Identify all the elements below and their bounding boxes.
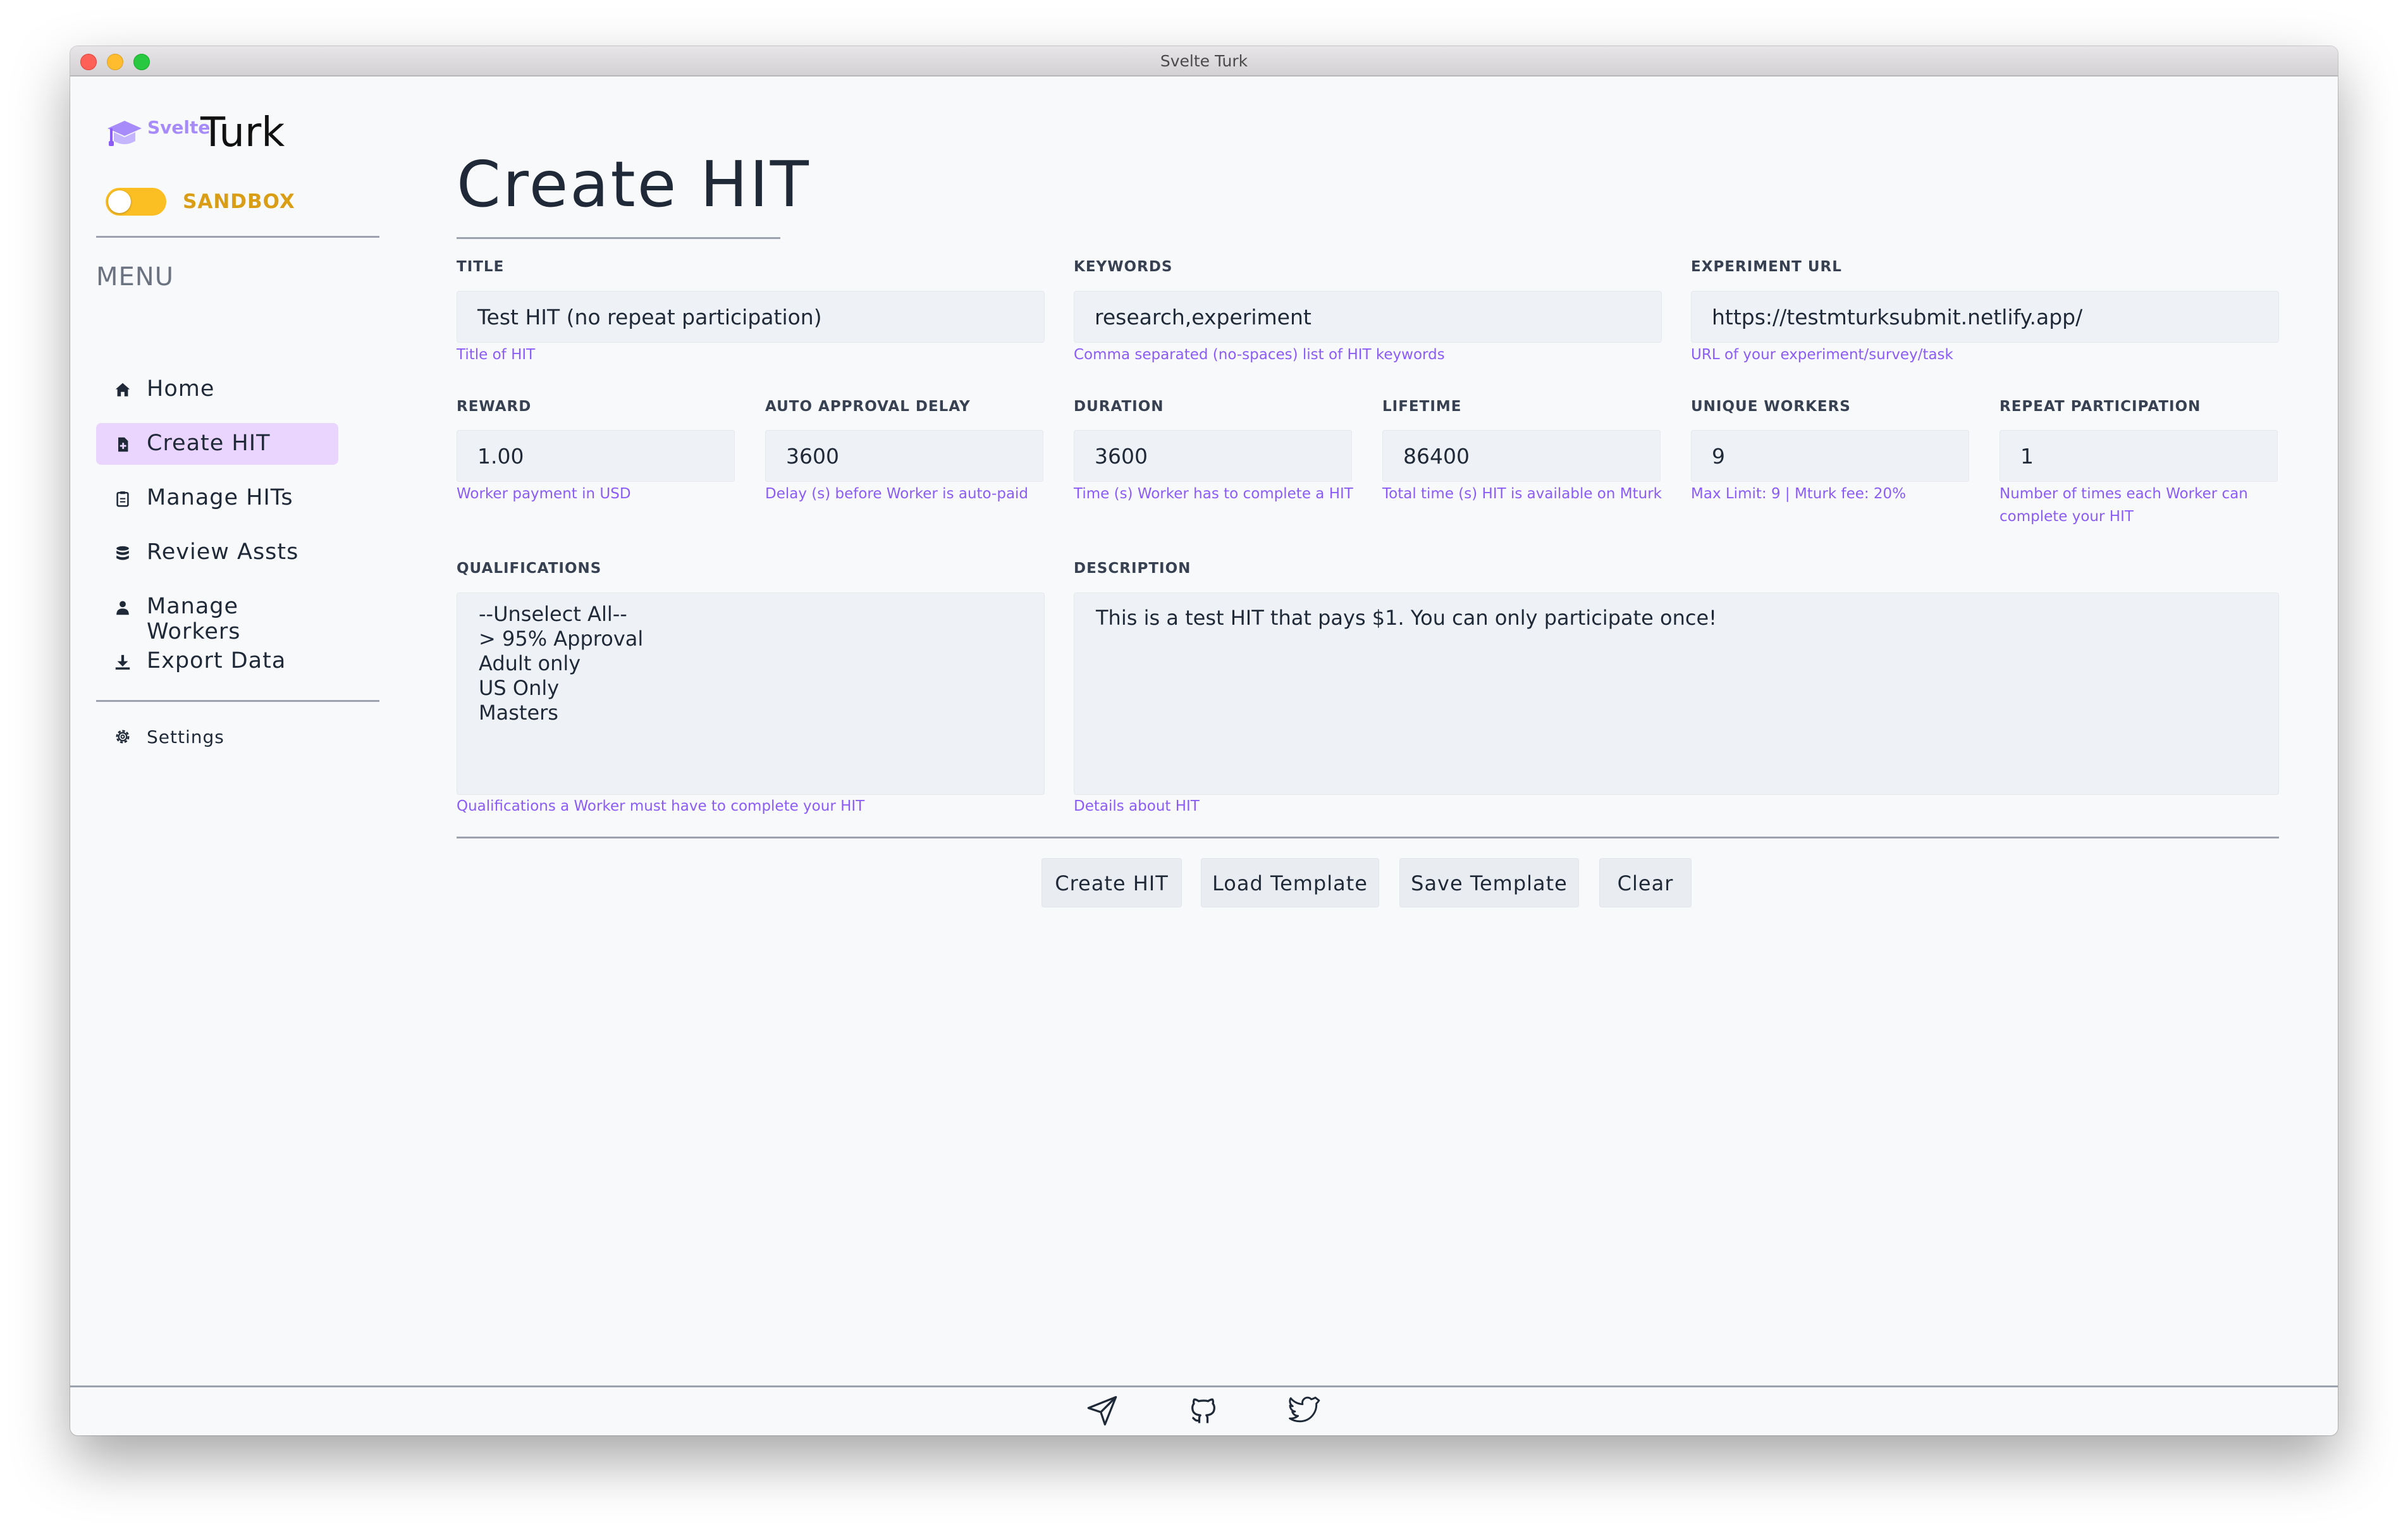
clear-button[interactable]: Clear [1599, 858, 1692, 907]
description-help: Details about HIT [1074, 798, 1200, 814]
sidebar-item-export-data[interactable]: Export Data [96, 641, 338, 682]
duration-label: DURATION [1074, 398, 1164, 415]
unique-workers-help: Max Limit: 9 | Mturk fee: 20% [1691, 486, 1907, 502]
title-input[interactable]: Test HIT (no repeat participation) [457, 291, 1045, 343]
repeat-participation-input[interactable]: 1 [2000, 430, 2278, 482]
sidebar-item-manage-hits[interactable]: Manage HITs [96, 477, 338, 519]
sidebar-divider [96, 700, 379, 702]
sidebar-item-label: Settings [147, 727, 224, 747]
qualification-option[interactable]: US Only [479, 676, 1023, 701]
footer-divider [70, 1385, 2338, 1387]
sidebar-item-label: Export Data [147, 648, 286, 673]
sandbox-toggle[interactable] [106, 188, 166, 216]
sidebar-item-settings[interactable]: Settings [96, 718, 338, 756]
reward-label: REWARD [457, 398, 532, 415]
sidebar-item-label: Manage Workers [147, 594, 241, 644]
qualifications-label: QUALIFICATIONS [457, 560, 602, 577]
sandbox-label: SANDBOX [183, 190, 295, 213]
qualification-option[interactable]: Masters [479, 701, 1023, 725]
keywords-input[interactable]: research,experiment [1074, 291, 1662, 343]
title-help: Title of HIT [457, 347, 536, 363]
github-icon[interactable] [1187, 1394, 1220, 1427]
experiment-url-label: EXPERIMENT URL [1691, 259, 1842, 275]
sidebar-item-home[interactable]: Home [96, 369, 338, 410]
qualification-option[interactable]: Adult only [479, 651, 1023, 676]
repeat-participation-help: Number of times each Worker can [2000, 486, 2248, 502]
form-divider [457, 837, 2279, 838]
repeat-participation-help-2: complete your HIT [2000, 508, 2134, 525]
qualification-option[interactable]: > 95% Approval [479, 627, 1023, 651]
lifetime-input[interactable]: 86400 [1382, 430, 1661, 482]
title-label: TITLE [457, 259, 505, 275]
sidebar-item-review-assts[interactable]: Review Assts [96, 532, 338, 574]
title-divider [457, 237, 780, 239]
twitter-icon[interactable] [1288, 1394, 1321, 1427]
user-icon [114, 599, 132, 617]
unique-workers-input[interactable]: 9 [1691, 430, 1969, 482]
send-icon[interactable] [1086, 1394, 1119, 1427]
page-title: Create HIT [457, 147, 811, 221]
save-template-button[interactable]: Save Template [1399, 858, 1579, 907]
auto-approval-delay-label: AUTO APPROVAL DELAY [765, 398, 971, 415]
experiment-url-input[interactable]: https://testmturksubmit.netlify.app/ [1691, 291, 2279, 343]
sidebar-item-create-hit[interactable]: Create HIT [96, 423, 338, 465]
file-plus-icon [114, 436, 132, 453]
keywords-help: Comma separated (no-spaces) list of HIT … [1074, 347, 1445, 363]
auto-approval-delay-input[interactable]: 3600 [765, 430, 1043, 482]
title-bar: Svelte Turk [70, 46, 2338, 77]
home-icon [114, 381, 132, 399]
duration-input[interactable]: 3600 [1074, 430, 1352, 482]
window-title: Svelte Turk [1160, 52, 1248, 70]
download-icon [114, 653, 132, 671]
duration-help: Time (s) Worker has to complete a HIT [1074, 486, 1353, 502]
qualifications-help: Qualifications a Worker must have to com… [457, 798, 865, 814]
lifetime-help: Total time (s) HIT is available on Mturk [1382, 486, 1662, 502]
reward-help: Worker payment in USD [457, 486, 631, 502]
sidebar-item-label: Create HIT [147, 431, 271, 456]
menu-heading: MENU [96, 262, 174, 292]
description-label: DESCRIPTION [1074, 560, 1191, 577]
sidebar-divider [96, 236, 379, 238]
qualification-option[interactable]: --Unselect All-- [479, 602, 1023, 627]
sidebar-item-label: Home [147, 376, 215, 402]
auto-approval-delay-help: Delay (s) before Worker is auto-paid [765, 486, 1029, 502]
unique-workers-label: UNIQUE WORKERS [1691, 398, 1851, 415]
sidebar-item-manage-workers[interactable]: Manage Workers [96, 586, 338, 644]
description-textarea[interactable]: This is a test HIT that pays $1. You can… [1074, 593, 2279, 795]
logo-main-text: Turk [200, 109, 285, 156]
keywords-label: KEYWORDS [1074, 259, 1173, 275]
lifetime-label: LIFETIME [1382, 398, 1462, 415]
load-template-button[interactable]: Load Template [1201, 858, 1379, 907]
clipboard-icon [114, 490, 132, 508]
experiment-url-help: URL of your experiment/survey/task [1691, 347, 1953, 363]
database-icon [114, 544, 132, 562]
sidebar-item-label: Review Assts [147, 539, 299, 565]
graduation-cap-icon [106, 117, 143, 149]
repeat-participation-label: REPEAT PARTICIPATION [2000, 398, 2201, 415]
app-window: Svelte Turk Svelte Turk SANDBOX MENU Hom… [70, 46, 2338, 1435]
gear-icon [114, 728, 132, 746]
sidebar-item-label: Manage HITs [147, 485, 293, 510]
qualifications-multiselect[interactable]: --Unselect All-- > 95% Approval Adult on… [457, 593, 1045, 795]
reward-input[interactable]: 1.00 [457, 430, 735, 482]
create-hit-button[interactable]: Create HIT [1041, 858, 1182, 907]
